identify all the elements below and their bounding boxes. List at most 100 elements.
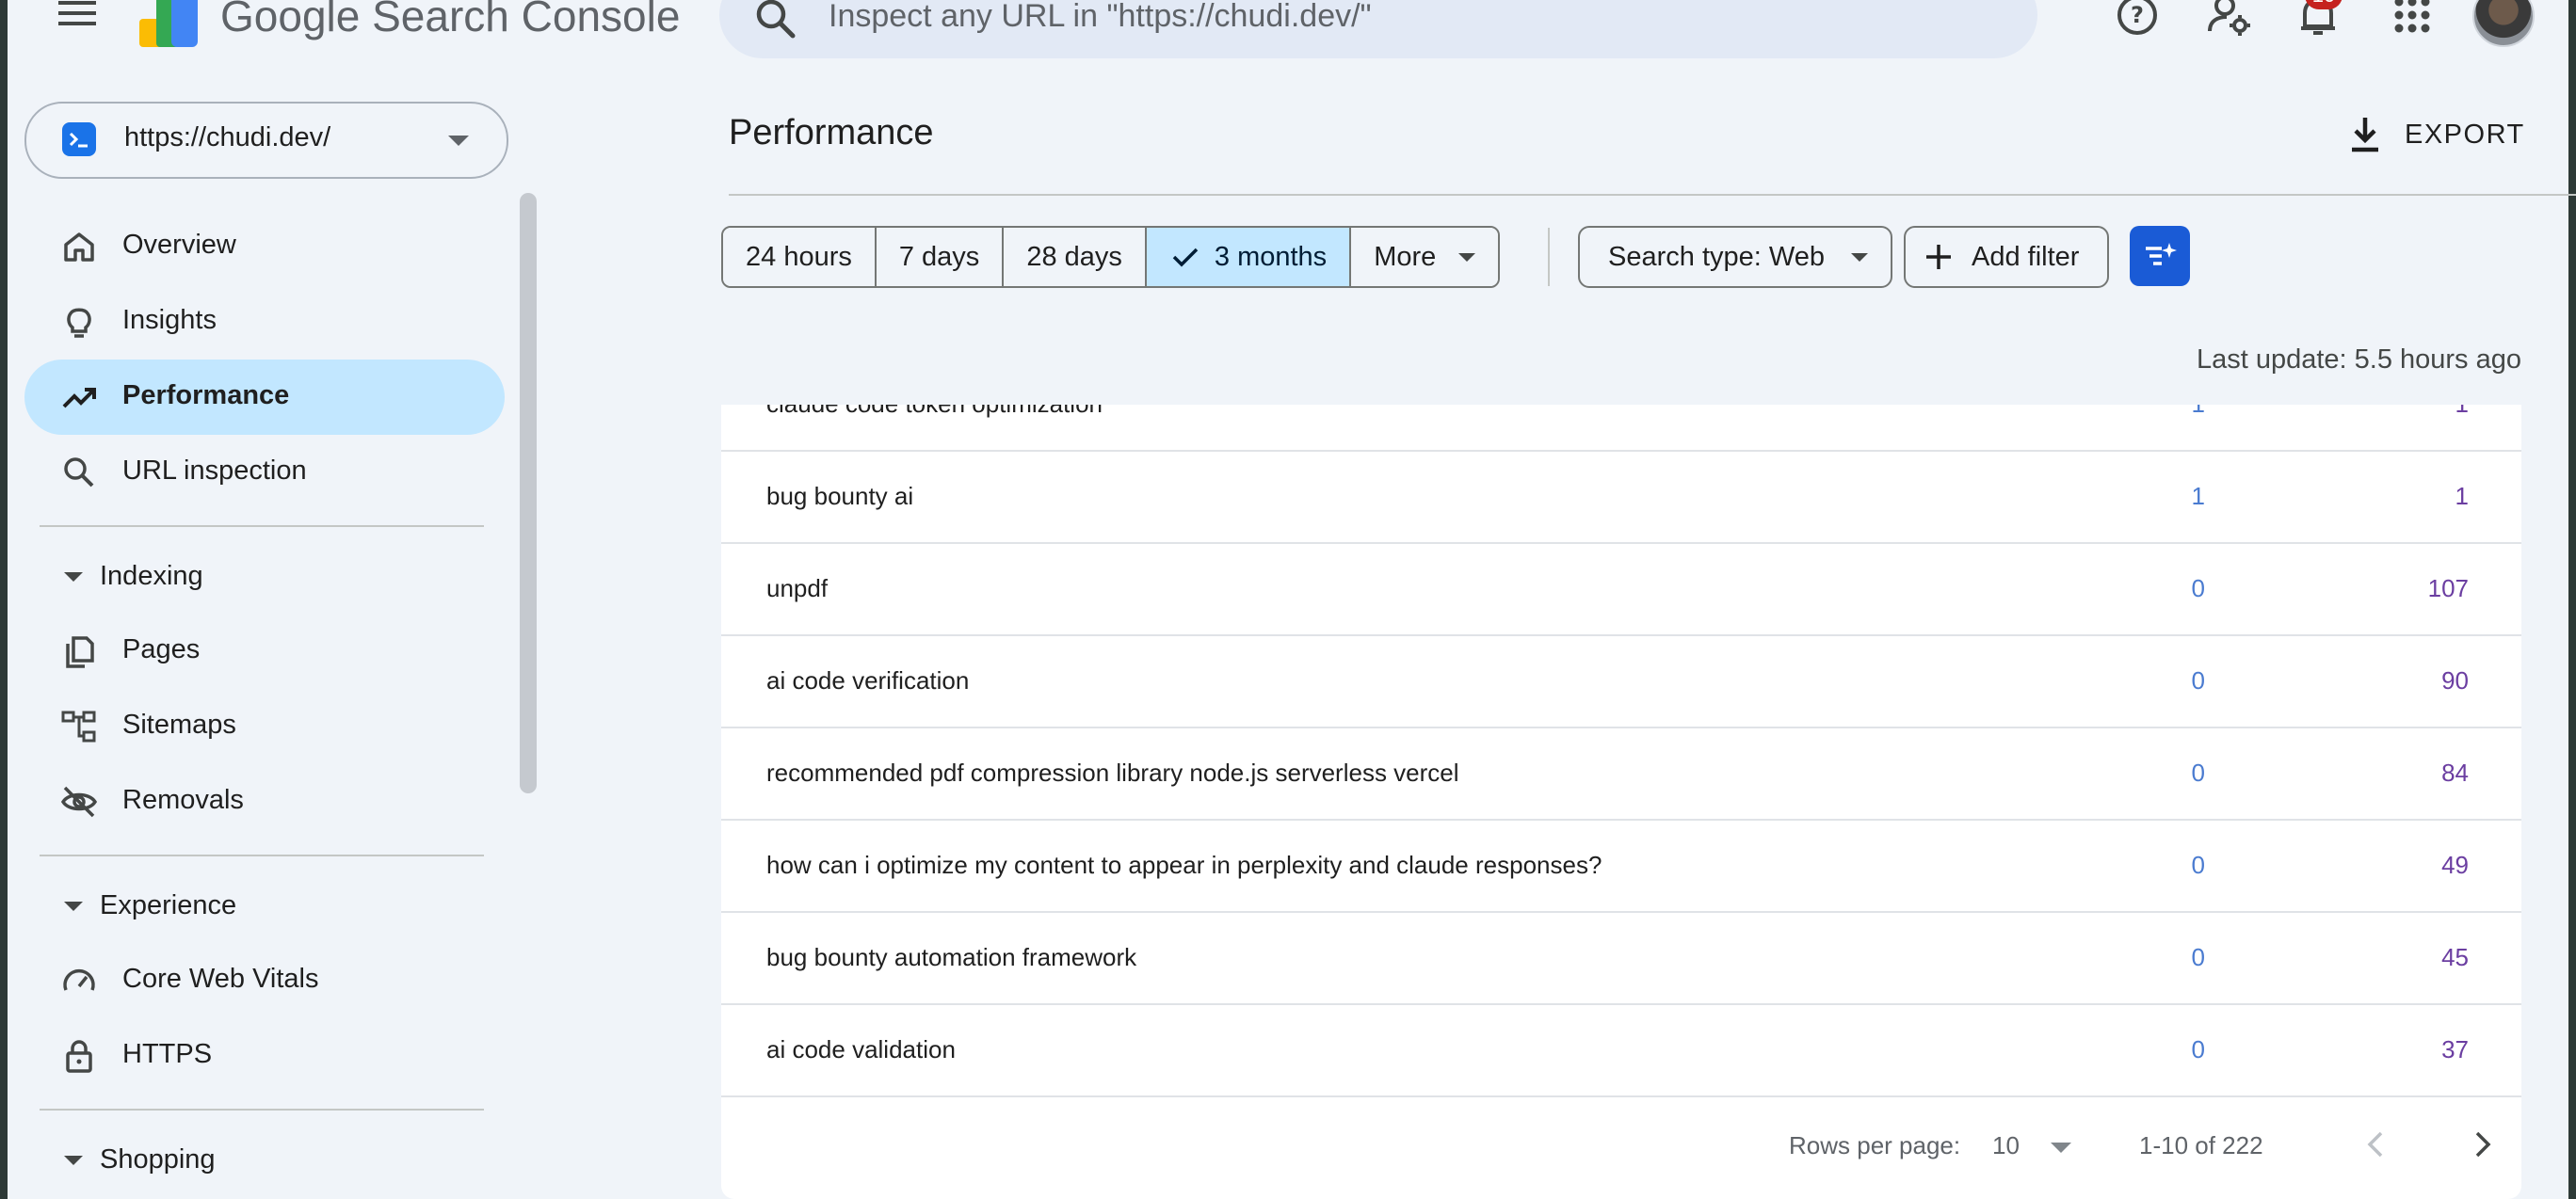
table-row[interactable]: ai code verification 0 90 — [721, 636, 2521, 728]
property-selector[interactable]: https://chudi.dev/ — [24, 102, 508, 179]
sidebar-item-label: Performance — [122, 380, 290, 410]
export-button[interactable]: EXPORT — [2344, 111, 2525, 158]
table-row[interactable]: unpdf 0 107 — [721, 544, 2521, 636]
chevron-down-icon — [1458, 252, 1476, 262]
impressions-cell: 107 — [2427, 574, 2469, 602]
product-name: Google Search Console — [220, 0, 680, 41]
clicks-cell: 0 — [2191, 1035, 2205, 1063]
collapse-caret-icon — [64, 1156, 83, 1165]
pages-icon — [66, 636, 94, 668]
toolbar-separator — [1548, 228, 1550, 286]
impressions-cell: 1 — [2455, 405, 2469, 419]
section-label: Experience — [100, 890, 237, 920]
sidebar-item-pages[interactable]: Pages — [24, 614, 505, 689]
property-terminal-icon — [62, 122, 96, 156]
date-range-label: 24 hours — [746, 241, 852, 272]
sidebar-item-https[interactable]: HTTPS — [24, 1018, 505, 1094]
settings-button[interactable] — [2199, 0, 2260, 45]
apps-button[interactable] — [2382, 0, 2442, 45]
collapse-caret-icon — [64, 902, 83, 911]
impressions-cell: 90 — [2441, 666, 2469, 695]
date-range-3-months[interactable]: 3 months — [1146, 228, 1352, 286]
sidebar-item-performance[interactable]: Performance — [24, 360, 505, 435]
date-range-label: 7 days — [898, 241, 980, 272]
query-cell: bug bounty automation framework — [766, 943, 1137, 971]
search-type-label: Search type: Web — [1608, 241, 1825, 272]
table-row[interactable]: ai code validation 0 37 — [721, 1005, 2521, 1097]
sidebar-item-label: Overview — [122, 230, 236, 260]
table-row[interactable]: recommended pdf compression library node… — [721, 728, 2521, 821]
table-row[interactable]: how can i optimize my content to appear … — [721, 821, 2521, 913]
sidebar-item-core-web-vitals[interactable]: Core Web Vitals — [24, 943, 505, 1018]
sidebar-item-label: Removals — [122, 785, 244, 815]
date-range-28-days[interactable]: 28 days — [1004, 228, 1147, 286]
sidebar-item-sitemaps[interactable]: Sitemaps — [24, 689, 505, 764]
table-row[interactable]: claude code token optimization 1 1 — [721, 405, 2521, 452]
window-frame-right — [2568, 0, 2576, 1199]
section-label: Shopping — [100, 1144, 216, 1175]
search-type-filter[interactable]: Search type: Web — [1578, 226, 1892, 288]
window-frame-left — [0, 0, 8, 1199]
filter-sparkle-icon — [2146, 243, 2177, 265]
impressions-cell: 37 — [2441, 1035, 2469, 1063]
export-label: EXPORT — [2405, 119, 2525, 150]
table-row[interactable]: bug bounty ai 1 1 — [721, 452, 2521, 544]
chevron-right-icon[interactable] — [2461, 1124, 2503, 1165]
table-row[interactable]: bug bounty automation framework 0 45 — [721, 913, 2521, 1005]
clicks-cell: 0 — [2191, 759, 2205, 787]
sidebar-item-label: Insights — [122, 305, 217, 335]
search-console-logo[interactable] — [137, 0, 201, 49]
account-avatar[interactable] — [2472, 0, 2535, 47]
search-input[interactable]: Inspect any URL in "https://chudi.dev/" — [829, 0, 1372, 35]
sidebar-divider — [40, 1109, 484, 1111]
sidebar-section-indexing[interactable]: Indexing — [24, 548, 505, 604]
sidebar-item-overview[interactable]: Overview — [24, 209, 505, 284]
date-range-7-days[interactable]: 7 days — [876, 228, 1005, 286]
sidebar-item-label: Core Web Vitals — [122, 964, 319, 994]
sidebar-item-label: URL inspection — [122, 456, 307, 486]
sidebar-item-label: Pages — [122, 634, 201, 664]
sidebar-item-label: Sitemaps — [122, 710, 236, 740]
sidebar-section-experience[interactable]: Experience — [24, 877, 505, 934]
query-cell: ai code validation — [766, 1035, 956, 1063]
date-range-more[interactable]: More — [1351, 228, 1499, 286]
date-range-24-hours[interactable]: 24 hours — [723, 228, 877, 286]
ai-filter-button[interactable] — [2130, 226, 2190, 286]
query-cell: bug bounty ai — [766, 482, 914, 510]
sidebar-item-removals[interactable]: Removals — [24, 764, 505, 839]
chevron-down-icon[interactable] — [2051, 1143, 2071, 1153]
main-menu-button[interactable] — [55, 0, 100, 36]
search-icon — [64, 457, 94, 488]
date-range-label: 3 months — [1214, 241, 1328, 272]
sidebar-divider — [40, 855, 484, 856]
chevron-left-icon[interactable] — [2356, 1124, 2397, 1165]
query-cell: ai code verification — [766, 666, 970, 695]
clicks-cell: 0 — [2191, 851, 2205, 879]
svg-text:?: ? — [2131, 2, 2144, 28]
pagination-range: 1-10 of 222 — [2139, 1131, 2263, 1159]
sitemap-icon — [61, 711, 96, 743]
query-cell: recommended pdf compression library node… — [766, 759, 1459, 787]
chevron-down-icon — [448, 136, 469, 146]
clicks-cell: 0 — [2191, 574, 2205, 602]
manage-accounts-icon — [2208, 0, 2250, 36]
help-icon: ? — [2117, 0, 2157, 35]
search-icon — [756, 0, 796, 39]
sidebar-section-shopping[interactable]: Shopping — [24, 1131, 505, 1188]
rows-per-page-select[interactable]: 10 — [1992, 1131, 2020, 1160]
brand-product: Search Console — [372, 0, 681, 40]
sidebar-item-insights[interactable]: Insights — [24, 284, 505, 360]
url-inspect-search[interactable]: Inspect any URL in "https://chudi.dev/" — [719, 0, 2037, 58]
date-range-selector: 24 hours 7 days 28 days 3 months More — [721, 226, 1501, 288]
help-button[interactable]: ? — [2107, 0, 2167, 45]
add-filter-button[interactable]: Add filter — [1904, 226, 2110, 288]
chevron-down-icon — [1850, 252, 1868, 262]
trending-up-icon — [62, 388, 96, 408]
page-title: Performance — [729, 113, 934, 152]
last-update-text: Last update: 5.5 hours ago — [2196, 344, 2521, 375]
queries-table: claude code token optimization 1 1 bug b… — [721, 405, 2521, 1199]
query-cell: claude code token optimization — [766, 405, 1103, 419]
sidebar-scrollbar[interactable] — [520, 193, 537, 793]
sidebar-item-url-inspection[interactable]: URL inspection — [24, 435, 505, 510]
lock-icon — [66, 1040, 92, 1073]
